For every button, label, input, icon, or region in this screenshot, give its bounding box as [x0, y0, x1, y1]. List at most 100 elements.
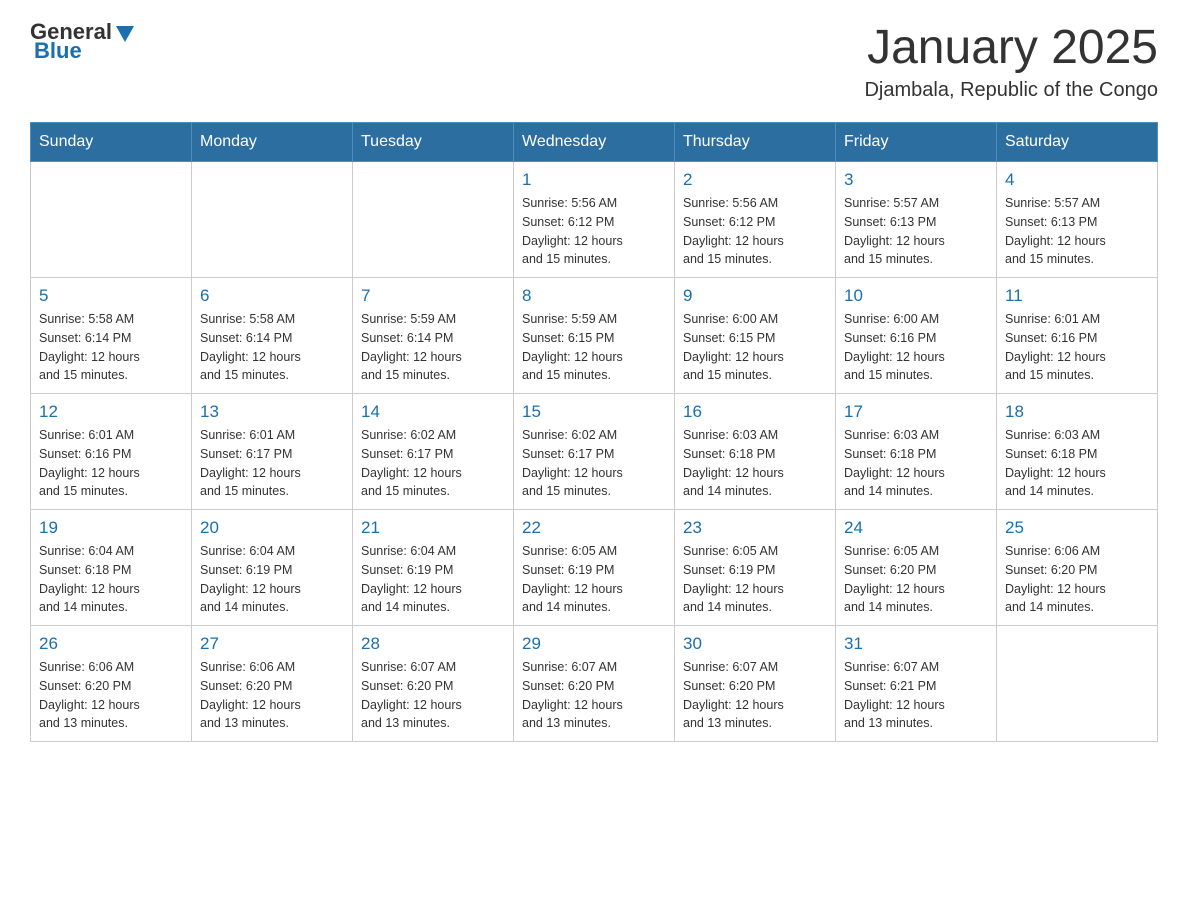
day-info: Sunrise: 5:57 AM Sunset: 6:13 PM Dayligh…	[1005, 194, 1149, 269]
day-info: Sunrise: 5:56 AM Sunset: 6:12 PM Dayligh…	[683, 194, 827, 269]
day-info: Sunrise: 5:58 AM Sunset: 6:14 PM Dayligh…	[39, 310, 183, 385]
day-number: 22	[522, 518, 666, 538]
calendar-cell: 1 Sunrise: 5:56 AM Sunset: 6:12 PM Daylig…	[514, 162, 675, 278]
day-number: 8	[522, 286, 666, 306]
day-info: Sunrise: 6:02 AM Sunset: 6:17 PM Dayligh…	[522, 426, 666, 501]
logo-blue: Blue	[34, 38, 82, 63]
logo: General Blue	[30, 20, 136, 62]
day-number: 19	[39, 518, 183, 538]
calendar-cell: 20 Sunrise: 6:04 AM Sunset: 6:19 PM Dayli…	[192, 510, 353, 626]
weekday-header: Wednesday	[514, 123, 675, 162]
calendar-cell: 23Sunrise: 6:05 AM Sunset: 6:19 PM Dayli…	[675, 510, 836, 626]
calendar-cell: 18 Sunrise: 6:03 AM Sunset: 6:18 PM Dayli…	[997, 394, 1158, 510]
day-number: 26	[39, 634, 183, 654]
logo-triangle-icon	[114, 22, 136, 44]
day-info: Sunrise: 6:00 AM Sunset: 6:15 PM Dayligh…	[683, 310, 827, 385]
day-number: 21	[361, 518, 505, 538]
title-section: January 2025 Djambala, Republic of the C…	[864, 20, 1158, 102]
day-info: Sunrise: 6:07 AM Sunset: 6:20 PM Dayligh…	[361, 658, 505, 733]
weekday-header: Thursday	[675, 123, 836, 162]
day-info: Sunrise: 5:57 AM Sunset: 6:13 PM Dayligh…	[844, 194, 988, 269]
day-info: Sunrise: 6:06 AM Sunset: 6:20 PM Dayligh…	[1005, 542, 1149, 617]
day-info: Sunrise: 6:01 AM Sunset: 6:16 PM Dayligh…	[39, 426, 183, 501]
day-number: 30	[683, 634, 827, 654]
calendar-cell	[353, 162, 514, 278]
day-info: Sunrise: 6:04 AM Sunset: 6:19 PM Dayligh…	[200, 542, 344, 617]
day-info: Sunrise: 6:07 AM Sunset: 6:20 PM Dayligh…	[522, 658, 666, 733]
day-number: 27	[200, 634, 344, 654]
calendar-cell	[192, 162, 353, 278]
calendar-cell: 16 Sunrise: 6:03 AM Sunset: 6:18 PM Dayli…	[675, 394, 836, 510]
calendar-cell: 3 Sunrise: 5:57 AM Sunset: 6:13 PM Daylig…	[836, 162, 997, 278]
day-number: 9	[683, 286, 827, 306]
calendar-cell: 9 Sunrise: 6:00 AM Sunset: 6:15 PM Daylig…	[675, 278, 836, 394]
day-number: 18	[1005, 402, 1149, 422]
weekday-header: Monday	[192, 123, 353, 162]
day-info: Sunrise: 6:05 AM Sunset: 6:19 PM Dayligh…	[522, 542, 666, 617]
page-header: General Blue January 2025 Djambala, Repu…	[30, 20, 1158, 102]
day-number: 7	[361, 286, 505, 306]
day-number: 17	[844, 402, 988, 422]
calendar-cell: 27 Sunrise: 6:06 AM Sunset: 6:20 PM Dayli…	[192, 626, 353, 742]
day-info: Sunrise: 6:04 AM Sunset: 6:18 PM Dayligh…	[39, 542, 183, 617]
calendar-cell: 15 Sunrise: 6:02 AM Sunset: 6:17 PM Dayli…	[514, 394, 675, 510]
calendar-week-row: 12Sunrise: 6:01 AM Sunset: 6:16 PM Dayli…	[31, 394, 1158, 510]
day-info: Sunrise: 6:01 AM Sunset: 6:17 PM Dayligh…	[200, 426, 344, 501]
day-number: 4	[1005, 170, 1149, 190]
day-number: 20	[200, 518, 344, 538]
calendar-cell: 21 Sunrise: 6:04 AM Sunset: 6:19 PM Dayli…	[353, 510, 514, 626]
calendar-cell	[31, 162, 192, 278]
calendar-cell: 7Sunrise: 5:59 AM Sunset: 6:14 PM Daylig…	[353, 278, 514, 394]
day-number: 16	[683, 402, 827, 422]
day-info: Sunrise: 6:05 AM Sunset: 6:20 PM Dayligh…	[844, 542, 988, 617]
day-info: Sunrise: 6:07 AM Sunset: 6:20 PM Dayligh…	[683, 658, 827, 733]
day-info: Sunrise: 6:03 AM Sunset: 6:18 PM Dayligh…	[1005, 426, 1149, 501]
weekday-header: Saturday	[997, 123, 1158, 162]
calendar-cell: 2Sunrise: 5:56 AM Sunset: 6:12 PM Daylig…	[675, 162, 836, 278]
weekday-header: Tuesday	[353, 123, 514, 162]
day-number: 3	[844, 170, 988, 190]
day-info: Sunrise: 6:04 AM Sunset: 6:19 PM Dayligh…	[361, 542, 505, 617]
day-number: 25	[1005, 518, 1149, 538]
day-info: Sunrise: 5:56 AM Sunset: 6:12 PM Dayligh…	[522, 194, 666, 269]
day-number: 14	[361, 402, 505, 422]
day-info: Sunrise: 6:06 AM Sunset: 6:20 PM Dayligh…	[39, 658, 183, 733]
calendar-cell: 24 Sunrise: 6:05 AM Sunset: 6:20 PM Dayli…	[836, 510, 997, 626]
calendar-week-row: 1 Sunrise: 5:56 AM Sunset: 6:12 PM Daylig…	[31, 162, 1158, 278]
day-info: Sunrise: 6:07 AM Sunset: 6:21 PM Dayligh…	[844, 658, 988, 733]
calendar-cell: 11Sunrise: 6:01 AM Sunset: 6:16 PM Dayli…	[997, 278, 1158, 394]
day-number: 24	[844, 518, 988, 538]
day-number: 28	[361, 634, 505, 654]
calendar-cell: 29Sunrise: 6:07 AM Sunset: 6:20 PM Dayli…	[514, 626, 675, 742]
day-number: 13	[200, 402, 344, 422]
day-info: Sunrise: 6:03 AM Sunset: 6:18 PM Dayligh…	[683, 426, 827, 501]
location-title: Djambala, Republic of the Congo	[864, 79, 1158, 102]
calendar-cell: 31 Sunrise: 6:07 AM Sunset: 6:21 PM Dayli…	[836, 626, 997, 742]
weekday-header: Sunday	[31, 123, 192, 162]
calendar-cell: 14Sunrise: 6:02 AM Sunset: 6:17 PM Dayli…	[353, 394, 514, 510]
calendar-week-row: 26 Sunrise: 6:06 AM Sunset: 6:20 PM Dayli…	[31, 626, 1158, 742]
day-number: 31	[844, 634, 988, 654]
day-number: 6	[200, 286, 344, 306]
calendar-table: SundayMondayTuesdayWednesdayThursdayFrid…	[30, 122, 1158, 742]
day-info: Sunrise: 5:59 AM Sunset: 6:15 PM Dayligh…	[522, 310, 666, 385]
calendar-cell: 25 Sunrise: 6:06 AM Sunset: 6:20 PM Dayli…	[997, 510, 1158, 626]
day-info: Sunrise: 6:00 AM Sunset: 6:16 PM Dayligh…	[844, 310, 988, 385]
day-number: 1	[522, 170, 666, 190]
calendar-week-row: 5Sunrise: 5:58 AM Sunset: 6:14 PM Daylig…	[31, 278, 1158, 394]
day-info: Sunrise: 6:01 AM Sunset: 6:16 PM Dayligh…	[1005, 310, 1149, 385]
day-info: Sunrise: 6:05 AM Sunset: 6:19 PM Dayligh…	[683, 542, 827, 617]
calendar-cell: 8 Sunrise: 5:59 AM Sunset: 6:15 PM Daylig…	[514, 278, 675, 394]
day-info: Sunrise: 6:06 AM Sunset: 6:20 PM Dayligh…	[200, 658, 344, 733]
calendar-cell: 26 Sunrise: 6:06 AM Sunset: 6:20 PM Dayli…	[31, 626, 192, 742]
calendar-cell: 30 Sunrise: 6:07 AM Sunset: 6:20 PM Dayli…	[675, 626, 836, 742]
calendar-week-row: 19 Sunrise: 6:04 AM Sunset: 6:18 PM Dayli…	[31, 510, 1158, 626]
calendar-cell: 4 Sunrise: 5:57 AM Sunset: 6:13 PM Daylig…	[997, 162, 1158, 278]
calendar-cell: 10Sunrise: 6:00 AM Sunset: 6:16 PM Dayli…	[836, 278, 997, 394]
calendar-cell: 22 Sunrise: 6:05 AM Sunset: 6:19 PM Dayli…	[514, 510, 675, 626]
calendar-cell: 28 Sunrise: 6:07 AM Sunset: 6:20 PM Dayli…	[353, 626, 514, 742]
calendar-cell	[997, 626, 1158, 742]
calendar-cell: 19 Sunrise: 6:04 AM Sunset: 6:18 PM Dayli…	[31, 510, 192, 626]
day-number: 15	[522, 402, 666, 422]
calendar-cell: 12Sunrise: 6:01 AM Sunset: 6:16 PM Dayli…	[31, 394, 192, 510]
